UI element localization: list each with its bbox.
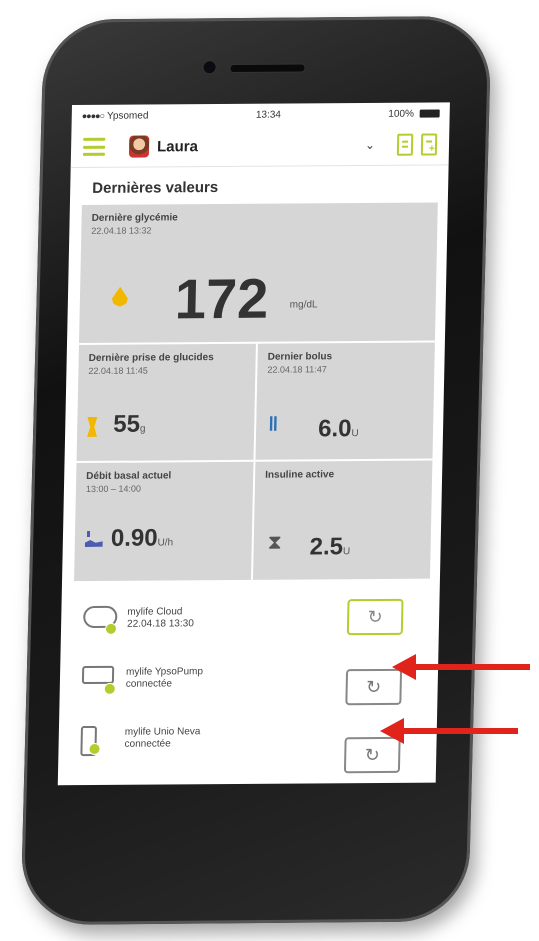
app-screen: ●●●●○ Ypsomed 13:34 100% Laura ⌄ Dernièr… (57, 102, 450, 786)
connection-cloud: mylife Cloud 22.04.18 13:30 ↻ (61, 587, 440, 650)
glucose-label: Dernière glycémie (91, 212, 178, 224)
active-insulin-card[interactable]: Insuline active ⧗ 2.5U (253, 461, 432, 580)
connection-pump: mylife YpsoPump connectée ↻ (59, 647, 438, 710)
basal-icon (85, 530, 103, 547)
connection-name: mylife YpsoPump (125, 666, 204, 678)
red-arrow-annotation (392, 654, 530, 680)
active-insulin-unit: U (342, 546, 351, 558)
carbs-icon (87, 417, 97, 437)
bolus-value: 6.0 (317, 415, 352, 443)
status-time: 13:34 (255, 109, 282, 121)
basal-timestamp: 13:00 – 14:00 (85, 483, 142, 494)
last-glucose-card[interactable]: Dernière glycémie 22.04.18 13:32 172 mg/… (78, 202, 438, 346)
app-header: Laura ⌄ (70, 124, 450, 169)
connected-check-icon (88, 742, 101, 756)
carbs-timestamp: 22.04.18 11:45 (88, 365, 148, 376)
bolus-unit: U (351, 428, 359, 440)
connected-check-icon (104, 622, 118, 635)
status-bar: ●●●●○ Ypsomed 13:34 100% (72, 102, 450, 127)
menu-icon[interactable] (82, 137, 106, 156)
battery-icon (419, 109, 440, 118)
bolus-card[interactable]: Dernier bolus 22.04.18 11:47 ǁ 6.0U (255, 342, 435, 462)
battery-percent: 100% (388, 108, 415, 120)
connection-status: connectée (125, 678, 173, 690)
bolus-label: Dernier bolus (267, 351, 333, 363)
phone-camera (202, 60, 217, 75)
basal-card[interactable]: Débit basal actuel 13:00 – 14:00 0.90U/h (74, 461, 256, 582)
sync-cloud-button[interactable]: ↻ (346, 598, 404, 636)
hourglass-icon: ⧗ (267, 531, 283, 554)
basal-unit: U/h (157, 537, 174, 549)
carbs-unit: g (139, 423, 146, 435)
glucose-unit: mg/dL (289, 299, 318, 311)
connection-name: mylife Unio Neva (124, 726, 201, 738)
glucose-timestamp: 22.04.18 13:32 (91, 225, 152, 236)
glucose-value: 172 (174, 266, 269, 331)
phone-speaker (229, 63, 306, 74)
connection-status: 22.04.18 13:30 (126, 618, 194, 630)
section-title: Dernières valeurs (92, 178, 219, 197)
carbs-label: Dernière prise de glucides (88, 352, 214, 364)
connection-name: mylife Cloud (127, 606, 183, 618)
red-arrow-annotation (380, 718, 518, 744)
basal-label: Débit basal actuel (86, 470, 172, 482)
connection-status: connectée (124, 738, 171, 750)
connected-check-icon (103, 682, 116, 695)
active-insulin-label: Insuline active (265, 469, 335, 481)
avatar (128, 135, 150, 158)
pump-icon (81, 665, 115, 685)
chevron-down-icon[interactable]: ⌄ (365, 138, 375, 152)
carbs-value: 55 (113, 410, 141, 438)
signal-icon: ●●●●○ (81, 110, 105, 121)
basal-value: 0.90 (110, 524, 158, 552)
carrier-name: Ypsomed (106, 109, 149, 122)
active-insulin-value: 2.5 (309, 533, 344, 561)
logbook-icon[interactable] (396, 133, 414, 156)
bolus-timestamp: 22.04.18 11:47 (267, 364, 327, 375)
glucose-drop-icon (112, 287, 128, 307)
values-grid: Dernière glycémie 22.04.18 13:32 172 mg/… (74, 202, 438, 582)
user-name[interactable]: Laura (157, 136, 365, 155)
fork-knife-icon: ǁ (268, 413, 279, 436)
add-entry-icon[interactable] (420, 133, 438, 156)
carbs-card[interactable]: Dernière prise de glucides 22.04.18 11:4… (76, 343, 258, 464)
